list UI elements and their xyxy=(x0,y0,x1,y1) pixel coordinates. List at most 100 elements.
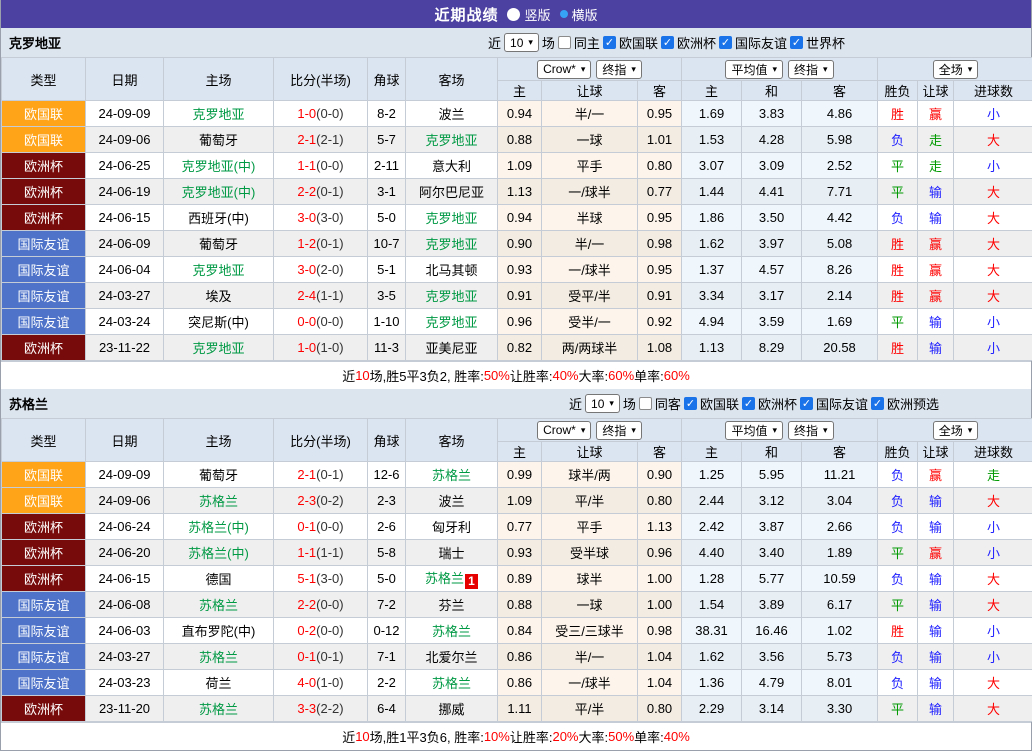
away-team-cell: 苏格兰 xyxy=(406,462,498,488)
score-cell: 1-1(0-0) xyxy=(274,153,368,179)
date-cell: 24-06-15 xyxy=(86,566,164,592)
away-team-name: 匈牙利 xyxy=(432,520,471,535)
competition-type-cell: 欧洲杯 xyxy=(2,514,86,540)
layout-horizontal-option[interactable]: 横版 xyxy=(560,5,598,24)
away-team-cell: 克罗地亚 xyxy=(406,231,498,257)
average-select[interactable]: 平均值▾ xyxy=(725,421,783,440)
odds-company-select[interactable]: Crow*▾ xyxy=(537,421,591,440)
away-team-cell: 苏格兰1 xyxy=(406,566,498,592)
competition-checkbox[interactable]: ✓ xyxy=(790,36,803,49)
match-row: 欧洲杯24-06-25克罗地亚(中)1-1(0-0)2-11意大利1.09平手0… xyxy=(2,153,1032,179)
date-cell: 24-03-24 xyxy=(86,309,164,335)
win-loss-cell: 负 xyxy=(878,670,918,696)
crow-handicap-cell: 半/一 xyxy=(542,101,638,127)
layout-vertical-option[interactable]: 竖版 xyxy=(507,5,550,24)
fulltime-score: 2-1 xyxy=(297,132,316,147)
avg-draw-odds-cell: 3.97 xyxy=(742,231,802,257)
subcol-4: 和 xyxy=(742,442,802,462)
competition-checkbox[interactable]: ✓ xyxy=(742,397,755,410)
fulltime-score: 1-2 xyxy=(297,236,316,251)
avg-home-odds-cell: 1.44 xyxy=(682,179,742,205)
odds-company-select[interactable]: Crow*▾ xyxy=(537,60,591,79)
subcol-0: 主 xyxy=(498,81,542,101)
win-loss-cell: 平 xyxy=(878,153,918,179)
halftime-score: (0-1) xyxy=(316,184,343,199)
away-team-cell: 克罗地亚 xyxy=(406,205,498,231)
col-away: 客场 xyxy=(406,58,498,101)
away-team-name: 挪威 xyxy=(438,702,464,717)
crow-handicap-cell: 一球 xyxy=(542,127,638,153)
competition-checkbox[interactable]: ✓ xyxy=(603,36,616,49)
score-cell: 2-4(1-1) xyxy=(274,283,368,309)
score-cell: 1-2(0-1) xyxy=(274,231,368,257)
competition-label: 欧洲杯 xyxy=(758,394,797,413)
competition-checkbox[interactable]: ✓ xyxy=(661,36,674,49)
average-select[interactable]: 平均值▾ xyxy=(725,60,783,79)
subcol-8: 进球数 xyxy=(954,442,1032,462)
crow-home-odds-cell: 0.90 xyxy=(498,231,542,257)
home-team-cell: 苏格兰 xyxy=(164,644,274,670)
competition-type-cell: 欧国联 xyxy=(2,101,86,127)
summary-segment: 50% xyxy=(484,368,510,383)
crow-away-odds-cell: 1.08 xyxy=(638,335,682,361)
crow-home-odds-cell: 0.88 xyxy=(498,592,542,618)
win-loss-cell: 负 xyxy=(878,566,918,592)
radio-vertical-icon[interactable] xyxy=(507,8,520,21)
results-table: 类型日期主场比分(半场)角球客场Crow*▾终指▾平均值▾终指▾全场▾主让球客主… xyxy=(1,57,1032,361)
match-count-select[interactable]: 10▾ xyxy=(504,33,539,52)
col-date: 日期 xyxy=(86,58,164,101)
avg-away-odds-cell: 5.73 xyxy=(802,644,878,670)
avg-home-odds-cell: 3.34 xyxy=(682,283,742,309)
odds-time-select[interactable]: 终指▾ xyxy=(596,60,642,79)
radio-horizontal-icon[interactable] xyxy=(560,10,568,18)
competition-checkbox[interactable]: ✓ xyxy=(800,397,813,410)
competition-checkbox[interactable]: ✓ xyxy=(684,397,697,410)
full-match-select[interactable]: 全场▾ xyxy=(933,60,979,79)
competition-checkbox[interactable]: ✓ xyxy=(719,36,732,49)
avg-away-odds-cell: 4.42 xyxy=(802,205,878,231)
goals-result-cell: 小 xyxy=(954,618,1032,644)
col-corner: 角球 xyxy=(368,419,406,462)
handicap-result-cell: 赢 xyxy=(918,257,954,283)
win-loss-cell: 胜 xyxy=(878,257,918,283)
crow-handicap-cell: 平/半 xyxy=(542,488,638,514)
average-time-select[interactable]: 终指▾ xyxy=(788,60,834,79)
avg-away-odds-cell: 2.14 xyxy=(802,283,878,309)
crow-handicap-cell: 一/球半 xyxy=(542,257,638,283)
crow-away-odds-cell: 0.96 xyxy=(638,540,682,566)
competition-type-cell: 欧国联 xyxy=(2,488,86,514)
competition-label: 欧洲杯 xyxy=(677,33,716,52)
competition-type-cell: 欧洲杯 xyxy=(2,205,86,231)
win-loss-cell: 胜 xyxy=(878,283,918,309)
corner-cell: 12-6 xyxy=(368,462,406,488)
corner-cell: 2-11 xyxy=(368,153,406,179)
halftime-score: (2-0) xyxy=(316,262,343,277)
avg-draw-odds-cell: 3.89 xyxy=(742,592,802,618)
recent-label: 近 xyxy=(488,33,501,52)
crow-away-odds-cell: 1.13 xyxy=(638,514,682,540)
handicap-result-cell: 赢 xyxy=(918,540,954,566)
subcol-4: 和 xyxy=(742,81,802,101)
crow-handicap-cell: 半/一 xyxy=(542,644,638,670)
avg-away-odds-cell: 10.59 xyxy=(802,566,878,592)
full-match-select[interactable]: 全场▾ xyxy=(933,421,979,440)
match-filter: 近10▾场同主✓欧国联✓欧洲杯✓国际友谊✓世界杯 xyxy=(488,33,845,52)
summary-segment: 50% xyxy=(608,729,634,744)
same-venue-checkbox[interactable] xyxy=(558,36,571,49)
halftime-score: (1-0) xyxy=(316,340,343,355)
match-row: 国际友谊24-06-09葡萄牙1-2(0-1)10-7克罗地亚0.90半/一0.… xyxy=(2,231,1032,257)
same-venue-checkbox[interactable] xyxy=(639,397,652,410)
corner-cell: 7-1 xyxy=(368,644,406,670)
crow-handicap-cell: 受三/三球半 xyxy=(542,618,638,644)
avg-away-odds-cell: 3.04 xyxy=(802,488,878,514)
section-toolbar: 克罗地亚近10▾场同主✓欧国联✓欧洲杯✓国际友谊✓世界杯 xyxy=(1,28,1031,57)
match-count-select[interactable]: 10▾ xyxy=(585,394,620,413)
crow-handicap-cell: 平手 xyxy=(542,514,638,540)
competition-checkbox[interactable]: ✓ xyxy=(871,397,884,410)
matches-label: 场 xyxy=(542,33,555,52)
odds-time-select[interactable]: 终指▾ xyxy=(596,421,642,440)
average-time-select[interactable]: 终指▾ xyxy=(788,421,834,440)
fulltime-score: 3-0 xyxy=(297,210,316,225)
handicap-result-cell: 输 xyxy=(918,696,954,722)
halftime-score: (0-0) xyxy=(316,314,343,329)
